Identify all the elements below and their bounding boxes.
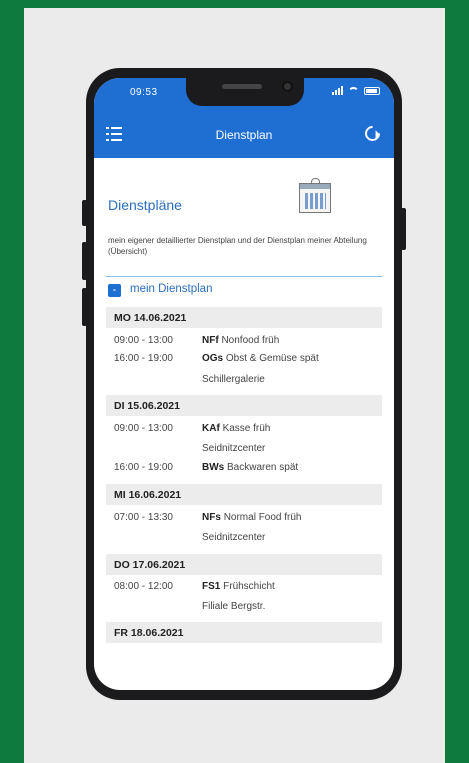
phone-speaker <box>222 84 262 89</box>
status-icons <box>332 86 380 95</box>
day-header: DI 15.06.2021 <box>106 395 382 416</box>
shift-time: 16:00 - 19:00 <box>114 462 173 473</box>
shift-code: BWs <box>202 462 225 473</box>
shift-code: NFs <box>202 512 221 523</box>
status-time: 09:53 <box>130 87 158 98</box>
shift-time: 07:00 - 13:30 <box>114 512 173 523</box>
shift-location: Seidnitzcenter <box>202 532 266 543</box>
day-header: MO 14.06.2021 <box>106 307 382 328</box>
shift-name: Obst & Gemüse spät <box>225 353 319 364</box>
collapse-button[interactable]: - <box>108 284 121 297</box>
wifi-icon <box>348 86 359 95</box>
day-header: FR 18.06.2021 <box>106 622 382 643</box>
shift-name: Nonfood früh <box>221 335 280 346</box>
phone-camera <box>282 81 293 92</box>
shift-location: Seidnitzcenter <box>202 443 266 454</box>
section-title[interactable]: mein Dienstplan <box>130 283 212 295</box>
shift-code: NFf <box>202 335 219 346</box>
phone-screen: 09:53 Dienstplan Dienstpläne mein eigene… <box>94 78 394 690</box>
app-navbar: Dienstplan <box>94 114 394 158</box>
shift-name: Kasse früh <box>222 423 271 434</box>
shift-name: Frühschicht <box>223 581 275 592</box>
shift-time: 09:00 - 13:00 <box>114 423 173 434</box>
page-title: Dienstpläne <box>108 197 182 213</box>
signal-icon <box>332 86 343 95</box>
nav-title: Dienstplan <box>215 128 273 142</box>
shift-entry: FS1 Frühschicht <box>202 581 275 592</box>
shift-time: 09:00 - 13:00 <box>114 335 173 346</box>
shift-entry: BWs Backwaren spät <box>202 462 298 473</box>
shift-location: Filiale Bergstr. <box>202 601 266 612</box>
shift-code: FS1 <box>202 581 221 592</box>
shift-entry: OGs Obst & Gemüse spät <box>202 353 319 364</box>
shift-entry: NFf Nonfood früh <box>202 335 279 346</box>
shift-name: Backwaren spät <box>227 462 299 473</box>
shift-entry: KAf Kasse früh <box>202 423 270 434</box>
shift-location: Schillergalerie <box>202 374 265 385</box>
shift-time: 08:00 - 12:00 <box>114 581 173 592</box>
shift-code: KAf <box>202 423 220 434</box>
shift-entry: NFs Normal Food früh <box>202 512 302 523</box>
page-description: mein eigener detaillierter Dienstplan un… <box>108 236 367 256</box>
day-header: DO 17.06.2021 <box>106 554 382 575</box>
battery-icon <box>364 86 380 95</box>
shift-name: Normal Food früh <box>223 512 302 523</box>
shift-time: 16:00 - 19:00 <box>114 353 173 364</box>
day-header: MI 16.06.2021 <box>106 484 382 505</box>
divider <box>106 276 382 277</box>
calendar-icon <box>299 178 331 213</box>
shift-code: OGs <box>202 353 224 364</box>
